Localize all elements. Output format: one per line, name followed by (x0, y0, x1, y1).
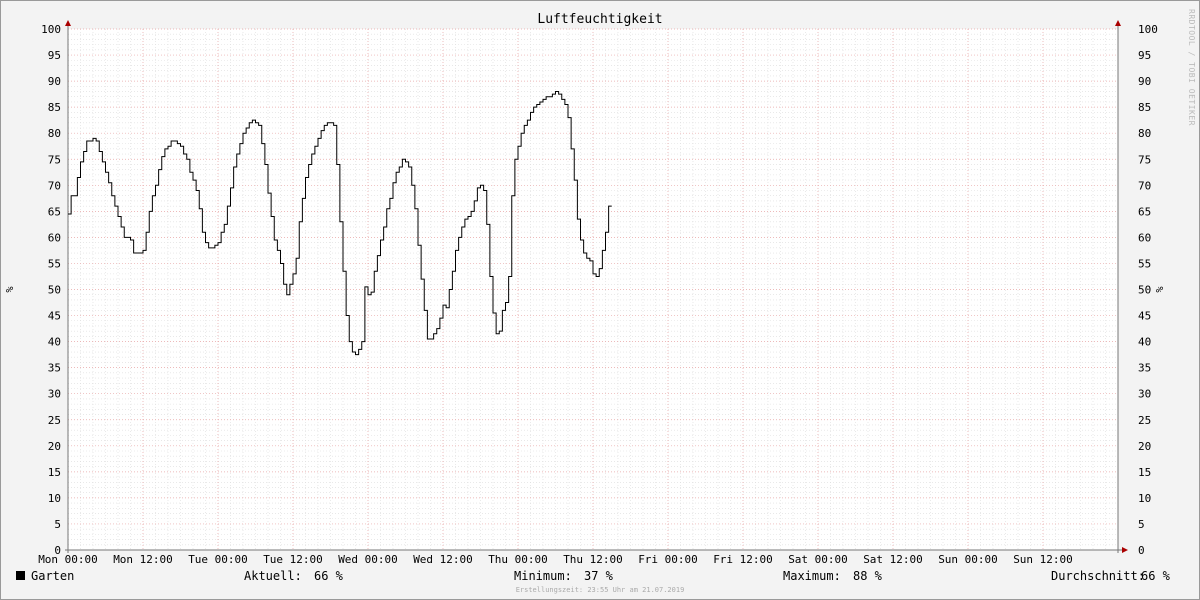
legend-current-label: Aktuell: (244, 569, 302, 583)
y-tick-label-right: 5 (1138, 518, 1145, 531)
y-tick-label-right: 0 (1138, 544, 1145, 557)
y-tick-label-right: 20 (1138, 440, 1151, 453)
x-tick-label: Fri 12:00 (713, 553, 773, 566)
y-tick-label-right: 90 (1138, 75, 1151, 88)
y-tick-label-left: 90 (48, 75, 61, 88)
legend-swatch (16, 571, 25, 580)
x-tick-label: Sun 12:00 (1013, 553, 1073, 566)
x-tick-label: Sun 00:00 (938, 553, 998, 566)
y-tick-label-right: 55 (1138, 257, 1151, 270)
y-tick-label-right: 85 (1138, 101, 1151, 114)
y-tick-label-left: 60 (48, 231, 61, 244)
creation-timestamp: Erstellungszeit: 23:55 Uhr am 21.07.2019 (515, 586, 685, 594)
x-tick-label: Fri 00:00 (638, 553, 698, 566)
legend-maximum-value: 88 % (853, 569, 882, 583)
y-tick-label-right: 35 (1138, 362, 1151, 375)
y-tick-label-left: 55 (48, 257, 61, 270)
y-tick-label-left: 100 (41, 23, 61, 36)
chart-frame: Luftfeuchtigkeit RRDTOOL / TOBI OETIKER … (0, 0, 1200, 600)
y-tick-label-right: 45 (1138, 310, 1151, 323)
x-tick-label: Mon 12:00 (113, 553, 173, 566)
legend-average-label: Durchschnitt: (1051, 569, 1145, 583)
y-tick-label-left: 30 (48, 388, 61, 401)
y-tick-label-left: 5 (54, 518, 61, 531)
y-tick-label-left: 75 (48, 153, 61, 166)
y-tick-label-left: 80 (48, 127, 61, 140)
y-tick-label-right: 40 (1138, 336, 1151, 349)
y-tick-label-right: 75 (1138, 153, 1151, 166)
y-tick-label-left: 85 (48, 101, 61, 114)
y-tick-label-right: 70 (1138, 179, 1151, 192)
y-tick-label-right: 25 (1138, 414, 1151, 427)
x-axis-arrow (1122, 547, 1128, 553)
y-tick-label-right: 15 (1138, 466, 1151, 479)
y-tick-label-left: 40 (48, 336, 61, 349)
y-tick-label-right: 80 (1138, 127, 1151, 140)
x-tick-label: Sat 12:00 (863, 553, 923, 566)
y-tick-label-right: 10 (1138, 492, 1151, 505)
y-tick-label-right: 95 (1138, 49, 1151, 62)
x-tick-label: Sat 00:00 (788, 553, 848, 566)
legend-average-value: 66 % (1141, 569, 1170, 583)
y-axis-label-left: % (5, 286, 16, 292)
chart-plot: 0 05 510 1015 1520 2025 2530 3035 3540 4045 4550 50… (5, 20, 1166, 566)
legend-current-value: 66 % (314, 569, 343, 583)
x-tick-label: Wed 00:00 (338, 553, 398, 566)
legend-minimum-label: Minimum: (514, 569, 572, 583)
legend-series-label: Garten (31, 569, 75, 583)
y-tick-label-left: 15 (48, 466, 61, 479)
y-tick-label-left: 25 (48, 414, 61, 427)
x-tick-label: Tue 00:00 (188, 553, 248, 566)
x-tick-label: Tue 12:00 (263, 553, 323, 566)
y-tick-label-left: 45 (48, 310, 61, 323)
y-tick-label-left: 65 (48, 205, 61, 218)
y-tick-label-left: 10 (48, 492, 61, 505)
y-tick-label-left: 95 (48, 49, 61, 62)
y-tick-label-left: 35 (48, 362, 61, 375)
x-tick-label: Wed 12:00 (413, 553, 473, 566)
legend-minimum-value: 37 % (584, 569, 613, 583)
y-axis-label-right: % (1155, 286, 1166, 292)
y-tick-label-left: 50 (48, 284, 61, 297)
y-tick-label-left: 20 (48, 440, 61, 453)
y-tick-label-right: 100 (1138, 23, 1158, 36)
y-tick-label-left: 70 (48, 179, 61, 192)
y-axis-arrow-left (65, 20, 71, 26)
y-tick-label-right: 65 (1138, 205, 1151, 218)
x-tick-label: Thu 12:00 (563, 553, 623, 566)
y-tick-label-right: 50 (1138, 284, 1151, 297)
x-tick-label: Thu 00:00 (488, 553, 548, 566)
y-axis-arrow-right (1115, 20, 1121, 26)
legend-maximum-label: Maximum: (783, 569, 841, 583)
y-tick-label-right: 30 (1138, 388, 1151, 401)
legend: Garten Aktuell: 66 % Minimum: 37 % Maxim… (16, 569, 1186, 585)
x-tick-label: Mon 00:00 (38, 553, 98, 566)
y-tick-label-right: 60 (1138, 231, 1151, 244)
